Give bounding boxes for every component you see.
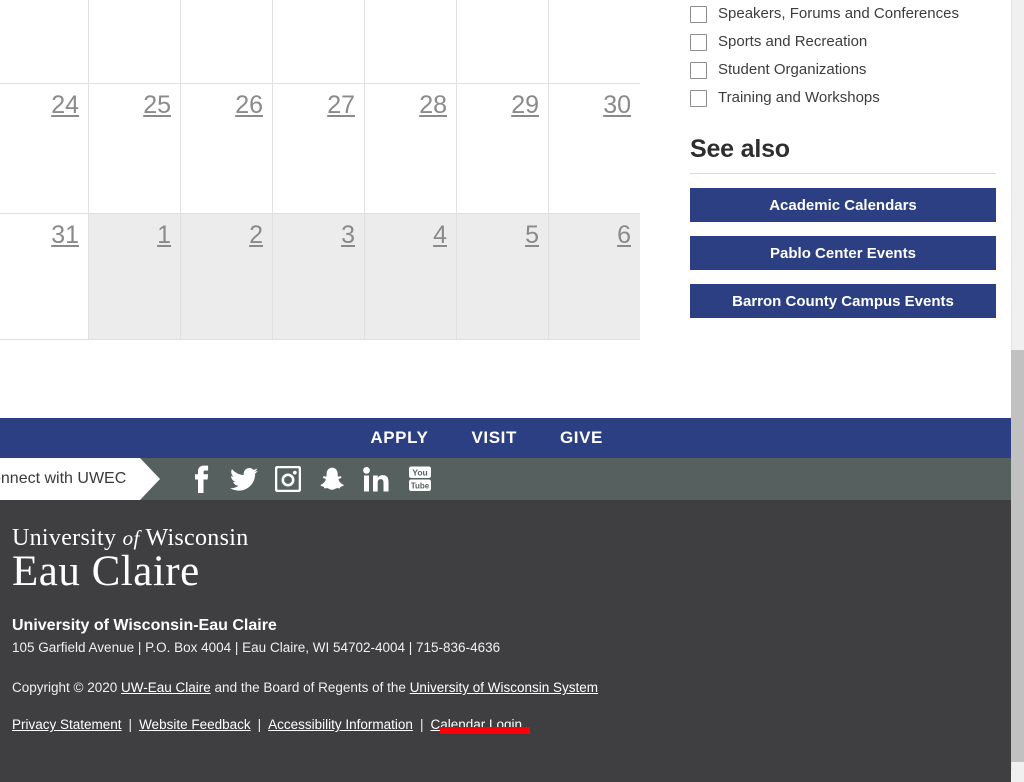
scrollbar-bottom-gap [1011, 770, 1024, 782]
filter-item-speakers[interactable]: Speakers, Forums and Conferences [690, 0, 996, 28]
facebook-icon[interactable] [182, 462, 218, 496]
give-link[interactable]: GIVE [560, 428, 603, 448]
accessibility-information-link[interactable]: Accessibility Information [268, 717, 413, 732]
calendar-grid: 24 25 26 27 28 29 30 31 1 2 3 4 5 6 [0, 0, 640, 340]
calendar-day-cell[interactable]: 5 [457, 214, 549, 340]
copyright-middle: and the Board of Regents of the [210, 680, 410, 695]
linkedin-icon[interactable] [358, 462, 394, 496]
calendar-login-highlight-marker [440, 727, 530, 734]
legal-separator: | [419, 717, 424, 732]
svg-text:You: You [412, 467, 427, 477]
instagram-icon[interactable] [270, 462, 306, 496]
calendar-day-cell[interactable]: 6 [549, 214, 640, 340]
calendar-day-number[interactable]: 31 [51, 220, 79, 250]
calendar-day-number[interactable]: 2 [249, 220, 263, 250]
uw-system-link[interactable]: University of Wisconsin System [410, 680, 598, 695]
calendar-day-cell[interactable]: 2 [181, 214, 273, 340]
calendar-day-number[interactable]: 24 [51, 90, 79, 120]
calendar-day-number[interactable]: 27 [327, 90, 355, 120]
legal-separator: | [128, 717, 133, 732]
calendar-day-cell[interactable] [549, 0, 640, 84]
calendar-day-number[interactable]: 3 [341, 220, 355, 250]
filter-label: Student Organizations [718, 61, 867, 78]
calendar-day-cell[interactable] [181, 0, 273, 84]
uw-eau-claire-link[interactable]: UW-Eau Claire [121, 680, 211, 695]
calendar-day-cell[interactable] [273, 0, 365, 84]
calendar-day-number[interactable]: 30 [603, 90, 631, 120]
calendar-day-number[interactable]: 5 [525, 220, 539, 250]
calendar-day-cell[interactable] [365, 0, 457, 84]
website-feedback-link[interactable]: Website Feedback [139, 717, 251, 732]
site-footer: University of Wisconsin Eau Claire Unive… [0, 500, 1011, 782]
calendar-week-row [0, 0, 640, 84]
calendar-day-number[interactable]: 26 [235, 90, 263, 120]
social-icon-list: You Tube [182, 462, 446, 496]
calendar-day-cell[interactable]: 24 [0, 84, 89, 214]
snapchat-icon[interactable] [314, 462, 350, 496]
organization-name: University of Wisconsin-Eau Claire [12, 617, 277, 634]
checkbox-icon[interactable] [690, 61, 707, 79]
calendar-day-cell[interactable] [89, 0, 181, 84]
calendar-day-cell[interactable]: 1 [89, 214, 181, 340]
browser-page: 24 25 26 27 28 29 30 31 1 2 3 4 5 6 Spea… [0, 0, 1024, 782]
twitter-icon[interactable] [226, 462, 262, 496]
see-also-heading: See also [690, 135, 790, 163]
connect-with-uwec-banner: onnect with UWEC [0, 458, 160, 500]
filter-label: Training and Workshops [718, 89, 880, 106]
calendar-day-cell[interactable]: 27 [273, 84, 365, 214]
vertical-scrollbar-track[interactable] [1011, 0, 1024, 782]
calendar-day-cell[interactable]: 31 [0, 214, 89, 340]
checkbox-icon[interactable] [690, 5, 707, 23]
calendar-day-cell[interactable] [457, 0, 549, 84]
connect-with-uwec-label: onnect with UWEC [0, 470, 127, 487]
event-type-filter-list: Speakers, Forums and Conferences Sports … [690, 0, 996, 112]
filter-label: Sports and Recreation [718, 33, 868, 50]
visit-link[interactable]: VISIT [471, 428, 517, 448]
academic-calendars-button[interactable]: Academic Calendars [690, 188, 996, 222]
divider [690, 173, 996, 174]
calendar-day-cell[interactable]: 26 [181, 84, 273, 214]
svg-text:Tube: Tube [411, 481, 430, 490]
calendar-day-cell[interactable] [0, 0, 89, 84]
calendar-day-cell[interactable]: 3 [273, 214, 365, 340]
action-bar: APPLY VISIT GIVE [0, 418, 1011, 458]
youtube-icon[interactable]: You Tube [402, 462, 438, 496]
filter-item-student-orgs[interactable]: Student Organizations [690, 56, 996, 84]
barron-county-campus-events-button[interactable]: Barron County Campus Events [690, 284, 996, 318]
copyright-line: Copyright © 2020 UW-Eau Claire and the B… [12, 679, 1011, 697]
calendar-day-number[interactable]: 4 [433, 220, 447, 250]
filter-item-sports[interactable]: Sports and Recreation [690, 28, 996, 56]
calendar-day-number[interactable]: 29 [511, 90, 539, 120]
logo-of-word: of [122, 526, 140, 550]
copyright-prefix: Copyright © 2020 [12, 680, 122, 695]
see-also-button-stack: Academic Calendars Pablo Center Events B… [690, 188, 996, 318]
calendar-day-cell[interactable]: 30 [549, 84, 640, 214]
calendar-day-number[interactable]: 6 [617, 220, 631, 250]
pablo-center-events-button[interactable]: Pablo Center Events [690, 236, 996, 270]
calendar-day-cell[interactable]: 25 [89, 84, 181, 214]
calendar-day-number[interactable]: 28 [419, 90, 447, 120]
calendar-week-row: 24 25 26 27 28 29 30 [0, 84, 640, 214]
filter-label: Speakers, Forums and Conferences [718, 5, 959, 22]
address-line: 105 Garfield Avenue | P.O. Box 4004 | Ea… [12, 640, 501, 655]
social-bar: onnect with UWEC You Tube [0, 458, 1011, 500]
checkbox-icon[interactable] [690, 33, 707, 51]
calendar-day-number[interactable]: 25 [143, 90, 171, 120]
logo-line-two: Eau Claire [12, 548, 200, 595]
checkbox-icon[interactable] [690, 89, 707, 107]
filter-item-training[interactable]: Training and Workshops [690, 84, 996, 112]
vertical-scrollbar-thumb[interactable] [1011, 350, 1024, 762]
calendar-week-row: 31 1 2 3 4 5 6 [0, 214, 640, 340]
calendar-day-cell[interactable]: 4 [365, 214, 457, 340]
page-content: 24 25 26 27 28 29 30 31 1 2 3 4 5 6 Spea… [0, 0, 1011, 782]
apply-link[interactable]: APPLY [370, 428, 428, 448]
privacy-statement-link[interactable]: Privacy Statement [12, 717, 122, 732]
calendar-day-cell[interactable]: 29 [457, 84, 549, 214]
calendar-day-cell[interactable]: 28 [365, 84, 457, 214]
uwec-logo: University of Wisconsin Eau Claire [12, 524, 1011, 595]
sidebar: Speakers, Forums and Conferences Sports … [690, 0, 996, 332]
legal-separator: | [257, 717, 262, 732]
calendar-day-number[interactable]: 1 [157, 220, 171, 250]
